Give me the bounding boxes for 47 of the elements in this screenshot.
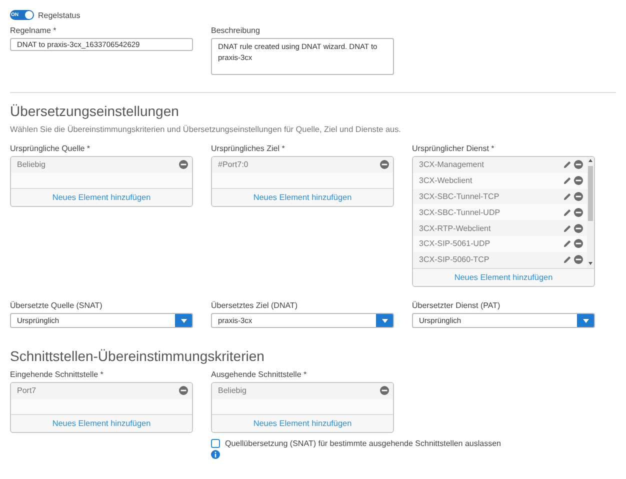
list-item[interactable]: 3CX-SIP-5061-UDP xyxy=(413,236,587,252)
caret-icon[interactable] xyxy=(180,318,186,322)
section-heading: Übersetzungseinstellungen xyxy=(10,103,180,119)
list-item[interactable]: 3CX-SBC-Tunnel-TCP xyxy=(413,188,587,204)
caret-icon[interactable] xyxy=(582,318,588,322)
list-item[interactable]: #Port7:0 xyxy=(212,157,393,173)
add-item-link[interactable]: Neues Element hinzufügen xyxy=(11,414,192,432)
list-item[interactable]: Port7 xyxy=(11,383,192,399)
field-label: Beschreibung xyxy=(211,26,261,35)
list-item[interactable]: 3CX-RTP-Webclient xyxy=(413,220,587,236)
add-item-link[interactable]: Neues Element hinzufügen xyxy=(212,414,393,432)
add-item-link[interactable]: Neues Element hinzufügen xyxy=(212,188,393,206)
info-icon[interactable] xyxy=(211,450,220,459)
checkbox[interactable] xyxy=(211,439,220,448)
field-label: Ursprüngliche Quelle * xyxy=(10,144,92,153)
remove-icon[interactable] xyxy=(179,160,188,170)
field-label: Ausgehende Schnittstelle * xyxy=(211,370,308,379)
field-label: Übersetzte Quelle (SNAT) xyxy=(10,301,104,310)
remove-icon[interactable] xyxy=(574,208,583,217)
field-label: Eingehende Schnittstelle * xyxy=(10,370,104,379)
section-description: Wählen Sie die Übereinstimmungskriterien und Übersetzungseinstellungen für Quelle, Ziel und Dienste aus. xyxy=(10,125,402,134)
list-item[interactable]: Beliebig xyxy=(11,157,192,173)
caret-icon[interactable] xyxy=(382,318,388,322)
list-item[interactable]: 3CX-SBC-Tunnel-UDP xyxy=(413,204,587,220)
field-label: Übersetzter Dienst (PAT) xyxy=(412,301,502,310)
remove-icon[interactable] xyxy=(179,386,188,396)
remove-icon[interactable] xyxy=(574,224,583,233)
field-label: Übersetztes Ziel (DNAT) xyxy=(211,301,299,310)
remove-icon[interactable] xyxy=(574,160,583,170)
remove-icon[interactable] xyxy=(574,176,583,186)
list-item[interactable]: Beliebig xyxy=(212,383,393,399)
checkbox-label: Quellübersetzung (SNAT) für bestimmte ausgehende Schnittstellen auslassen xyxy=(225,439,501,448)
remove-icon[interactable] xyxy=(574,255,583,264)
list-item[interactable]: 3CX-Webclient xyxy=(413,172,587,189)
field-label: Ursprünglicher Dienst * xyxy=(412,144,496,153)
add-item-link[interactable]: Neues Element hinzufügen xyxy=(413,268,594,286)
section-heading: Schnittstellen-Übereinstimmungskriterien xyxy=(10,348,266,364)
remove-icon[interactable] xyxy=(380,160,389,170)
list-item[interactable]: 3CX-Management xyxy=(413,157,587,173)
field-label: Ursprüngliches Ziel * xyxy=(211,144,286,153)
list-item[interactable]: 3CX-SIP-5060-TCP xyxy=(413,252,587,268)
remove-icon[interactable] xyxy=(574,192,583,201)
field-label: Regelname * xyxy=(10,26,58,35)
add-item-link[interactable]: Neues Element hinzufügen xyxy=(11,188,192,206)
remove-icon[interactable] xyxy=(380,386,389,396)
toggle-label: Regelstatus xyxy=(38,10,80,20)
remove-icon[interactable] xyxy=(574,239,583,248)
